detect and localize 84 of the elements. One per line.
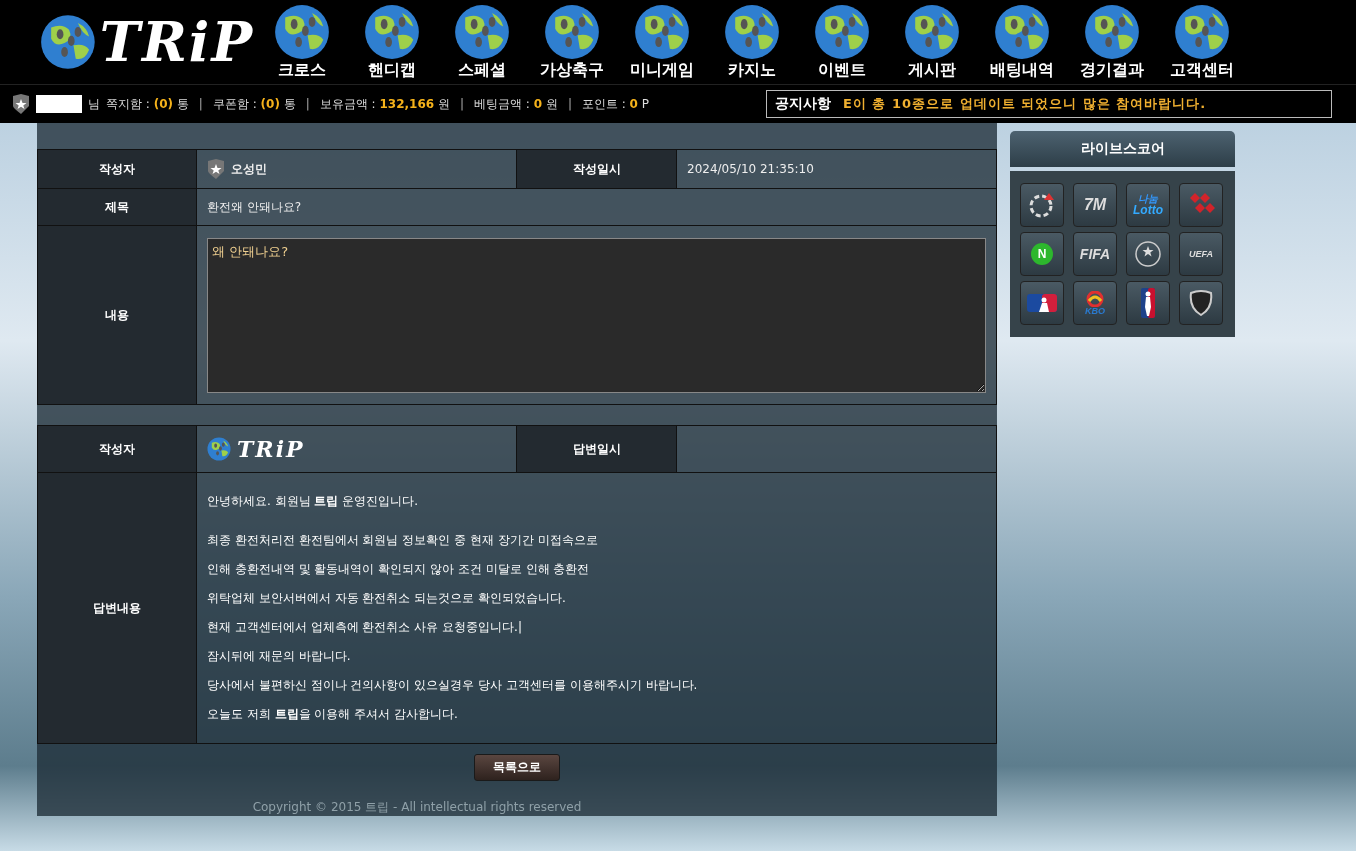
answer-paragraph: 현재 고객센터에서 업체측에 환전취소 사유 요청중입니다.|	[207, 619, 523, 636]
user-suffix: 님	[88, 95, 100, 113]
globe-icon	[724, 3, 780, 60]
answer-paragraph: 잠시뒤에 재문의 바랍니다.	[207, 648, 352, 665]
notice-title: 공지사항	[775, 95, 831, 113]
table-cell: 2024/05/10 21:35:10	[677, 150, 997, 189]
livescore-button[interactable]: 7M	[1073, 183, 1117, 227]
separator-text: |	[459, 97, 464, 111]
livescore-button[interactable]: UEFA	[1179, 232, 1223, 276]
logo-text: 7M	[1083, 197, 1107, 213]
livescore-title: 라이브스코어	[1010, 131, 1235, 167]
logo-text: TRiP	[99, 10, 254, 74]
header-cell: 제목	[37, 189, 197, 226]
user-stat: 포인트 : 0 P	[581, 95, 650, 113]
livescore-button[interactable]: FIFA	[1073, 232, 1117, 276]
shield-icon	[1189, 290, 1213, 316]
user-stat: 쿠폰함 : (0) 통	[212, 95, 296, 113]
globe-icon	[994, 3, 1050, 60]
answer-paragraph: 인해 충환전내역 및 활동내역이 확인되지 않아 조건 미달로 인해 충환전	[207, 561, 591, 578]
answer-paragraph: 당사에서 불편하신 점이나 건의사항이 있으실경우 당사 고객센터를 이용해주시기 바랍니다.	[207, 677, 699, 694]
nav-link[interactable]: 크로스	[260, 3, 344, 81]
nav-link[interactable]: 스페셜	[440, 3, 524, 81]
livescore-button[interactable]	[1179, 281, 1223, 325]
nav-link[interactable]: 경기결과	[1070, 3, 1154, 81]
user-stat: 보유금액 : 132,166 원	[319, 95, 450, 113]
nav-link[interactable]: 미니게임	[620, 3, 704, 81]
author-name: 오성민	[231, 160, 267, 178]
globe-icon	[814, 3, 870, 60]
logo-text: KBO	[1085, 306, 1105, 316]
notice-text: E이 총 10종으로 업데이트 되었으니 많은 참여바랍니다.	[843, 95, 1207, 113]
header-cell: 답변내용	[37, 473, 197, 744]
globe-icon	[544, 3, 600, 60]
list-button[interactable]: 목록으로	[474, 754, 560, 781]
globe-icon	[634, 3, 690, 60]
globe-icon	[207, 437, 231, 461]
nav-link[interactable]: 가상축구	[530, 3, 614, 81]
livescore-button[interactable]: 나눔 Lotto	[1126, 183, 1170, 227]
nav-link[interactable]: 이벤트	[800, 3, 884, 81]
logo-text: UEFA	[1189, 249, 1213, 259]
logo-text: N	[1031, 243, 1053, 265]
table-cell: 환전왜 안돼나요?	[197, 189, 997, 226]
header-cell: 작성일시	[517, 150, 677, 189]
shield-star-icon	[207, 159, 225, 179]
batter-logo-icon	[1027, 294, 1057, 312]
answer-paragraph: 최종 환전처리전 환전팀에서 회원님 정보확인 중 현재 장기간 미접속으로	[207, 532, 599, 549]
logo-text: 나눔	[1138, 194, 1158, 204]
nav-link[interactable]: 배팅내역	[980, 3, 1064, 81]
header-cell: 내용	[37, 226, 197, 405]
copyright-text: Copyright © 2015 트립 - All intellectual rights reserved	[252, 799, 582, 816]
nav-link[interactable]: 게시판	[890, 3, 974, 81]
header-cell: 작성자	[37, 426, 197, 473]
swirl-icon	[1085, 290, 1105, 307]
separator-text: |	[305, 97, 310, 111]
header-cell: 작성자	[37, 150, 197, 189]
globe-icon	[1084, 3, 1140, 60]
redacted-name-block	[36, 95, 82, 113]
globe-icon	[274, 3, 330, 60]
logo-text: TRiP	[237, 436, 305, 462]
nav-link[interactable]: 카지노	[710, 3, 794, 81]
separator-text: |	[198, 97, 203, 111]
content-field[interactable]: 왜 안돼나요?	[207, 237, 986, 393]
user-stat: 베팅금액 : 0 원	[474, 95, 558, 113]
nav-link[interactable]: 고객센터	[1160, 3, 1244, 81]
logo-text: FIFA	[1079, 247, 1111, 261]
livescore-button[interactable]	[1126, 281, 1170, 325]
answer-paragraph: 오늘도 저희 트립을 이용해 주셔서 감사합니다.	[207, 706, 459, 723]
globe-icon	[454, 3, 510, 60]
separator-text: |	[567, 97, 572, 111]
header-cell: 답변일시	[517, 426, 677, 473]
globe-icon	[1174, 3, 1230, 60]
globe-icon	[364, 3, 420, 60]
globe-icon	[904, 3, 960, 60]
logo-text: Lotto	[1133, 204, 1163, 216]
shield-star-icon	[12, 94, 30, 114]
player-logo-icon	[1141, 288, 1155, 318]
answer-paragraph: 안녕하세요. 회원님 트립 운영진입니다.	[207, 493, 420, 510]
star-ball-icon	[1134, 240, 1162, 268]
nav-link[interactable]: 핸디캡	[350, 3, 434, 81]
livescore-button[interactable]	[1020, 183, 1064, 227]
user-stat: 쪽지함 : (0) 통	[106, 95, 189, 113]
livescore-button[interactable]	[1126, 232, 1170, 276]
ring-icon	[1028, 191, 1056, 219]
livescore-button[interactable]	[1020, 281, 1064, 325]
answer-paragraph: 위탁업체 보안서버에서 자동 환전취소 되는것으로 확인되었습니다.	[207, 590, 567, 607]
